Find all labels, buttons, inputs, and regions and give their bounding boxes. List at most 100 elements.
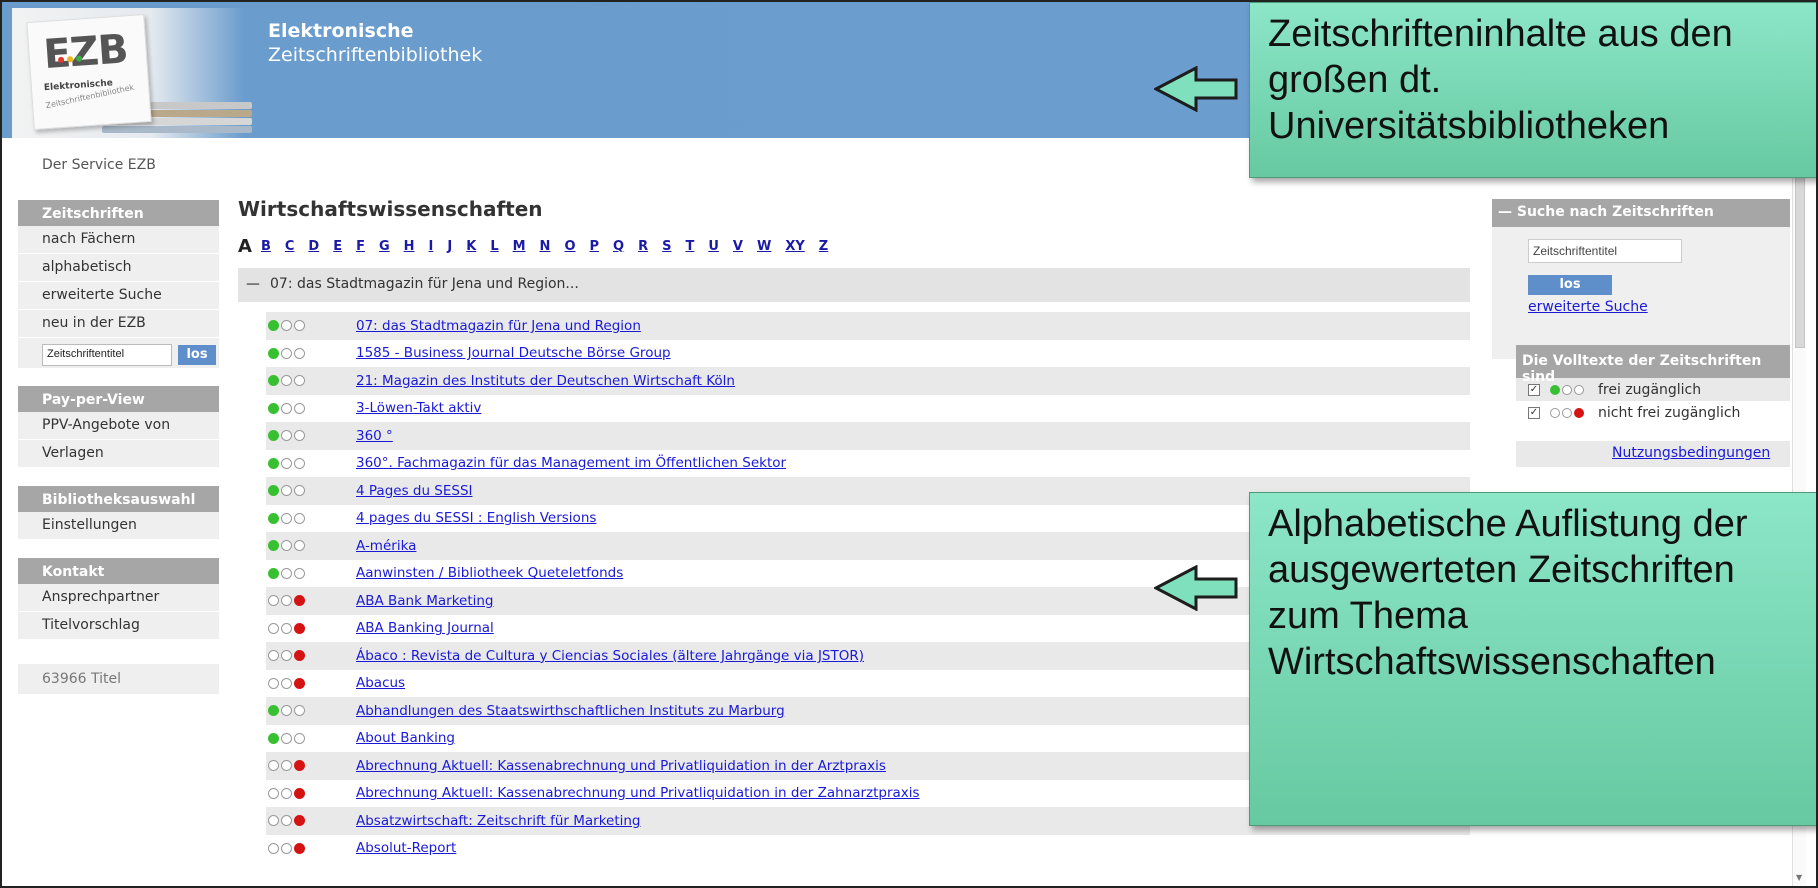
letter-link-s[interactable]: S xyxy=(662,239,671,254)
filter-not-free-label: nicht frei zugänglich xyxy=(1598,404,1741,421)
sidebar-search: Zeitschriftentitel los xyxy=(18,338,219,368)
group-header[interactable]: — 07: das Stadtmagazin für Jena und Regi… xyxy=(238,268,1470,302)
letter-link-v[interactable]: V xyxy=(733,239,743,254)
traffic-light-red-icon xyxy=(266,842,356,854)
letter-link-p[interactable]: P xyxy=(590,239,600,254)
letter-link-f[interactable]: F xyxy=(356,239,365,254)
letter-link-c[interactable]: C xyxy=(285,239,295,254)
sidebar-item-erweiterte-suche[interactable]: erweiterte Suche xyxy=(18,282,219,310)
journal-title-link[interactable]: 360°. Fachmagazin für das Management im … xyxy=(356,455,786,471)
journal-title-link[interactable]: Absolut-Report xyxy=(356,840,456,856)
sidebar-item-titelvorschlag[interactable]: Titelvorschlag xyxy=(18,612,219,640)
sidebar-block-bibliotheksauswahl: Bibliotheksauswahl Einstellungen xyxy=(18,486,219,540)
terms-row: Nutzungsbedingungen xyxy=(1516,441,1790,467)
journal-title-link[interactable]: Absatzwirtschaft: Zeitschrift für Market… xyxy=(356,813,641,829)
checkbox-free[interactable]: ✓ xyxy=(1528,383,1540,396)
traffic-light-red-icon xyxy=(266,787,356,799)
traffic-light-red-icon xyxy=(266,650,356,662)
collapse-icon[interactable]: — xyxy=(246,276,260,292)
journal-title-link[interactable]: Abrechnung Aktuell: Kassenabrechnung und… xyxy=(356,785,920,801)
ezb-logo[interactable]: EZB Elektronische Zeitschriftenbibliothe… xyxy=(12,8,252,138)
sidebar-item-verlagen[interactable]: Verlagen xyxy=(18,440,219,468)
letter-link-w[interactable]: W xyxy=(757,239,771,254)
journal-title-link[interactable]: Abrechnung Aktuell: Kassenabrechnung und… xyxy=(356,758,886,774)
sidebar-search-input[interactable]: Zeitschriftentitel xyxy=(42,344,172,366)
journal-title-link[interactable]: 1585 - Business Journal Deutsche Börse G… xyxy=(356,345,671,361)
journal-row: 3-Löwen-Takt aktiv xyxy=(266,395,1470,423)
journal-row: 360 ° xyxy=(266,422,1470,450)
callout-top: Zeitschrifteninhalte aus den großen dt. … xyxy=(1249,2,1816,178)
letter-link-l[interactable]: L xyxy=(490,239,498,254)
sidebar-item-einstellungen[interactable]: Einstellungen xyxy=(18,512,219,540)
letter-link-k[interactable]: K xyxy=(466,239,476,254)
journal-row: 21: Magazin des Instituts der Deutschen … xyxy=(266,367,1470,395)
filter-free-label: frei zugänglich xyxy=(1598,381,1702,398)
journal-title-link[interactable]: 07: das Stadtmagazin für Jena und Region xyxy=(356,318,641,334)
traffic-light-green-icon xyxy=(266,540,356,552)
journal-title-link[interactable]: 4 pages du SESSI : English Versions xyxy=(356,510,596,526)
letter-link-i[interactable]: I xyxy=(429,239,434,254)
site-title-line1: Elektronische xyxy=(268,20,414,42)
letter-link-g[interactable]: G xyxy=(379,239,390,254)
letter-link-q[interactable]: Q xyxy=(613,239,624,254)
journal-title-link[interactable]: 4 Pages du SESSI xyxy=(356,483,473,499)
alphabet-nav: A B C D E F G H I J K L M N O P Q R S T U V W XY Z xyxy=(238,234,1470,258)
letter-link-xy[interactable]: XY xyxy=(785,239,804,254)
letter-link-o[interactable]: O xyxy=(564,239,575,254)
letter-link-z[interactable]: Z xyxy=(819,239,828,254)
letter-link-n[interactable]: N xyxy=(540,239,551,254)
journal-title-link[interactable]: ABA Bank Marketing xyxy=(356,593,494,609)
sidebar-item-nach-faechern[interactable]: nach Fächern xyxy=(18,226,219,254)
journal-title-link[interactable]: ABA Banking Journal xyxy=(356,620,494,636)
filter-free[interactable]: ✓ frei zugänglich xyxy=(1516,378,1790,401)
search-panel-title: Suche nach Zeitschriften xyxy=(1516,204,1714,220)
letter-link-e[interactable]: E xyxy=(333,239,342,254)
journal-title-link[interactable]: 3-Löwen-Takt aktiv xyxy=(356,400,481,416)
callout-bottom: Alphabetische Auflistung der ausgewertet… xyxy=(1249,492,1816,826)
letter-link-j[interactable]: J xyxy=(447,239,452,254)
letter-link-m[interactable]: M xyxy=(513,239,526,254)
letter-link-b[interactable]: B xyxy=(261,239,271,254)
sidebar-heading: Zeitschriften xyxy=(18,200,219,226)
collapse-icon[interactable]: — xyxy=(1498,204,1517,220)
letter-link-t[interactable]: T xyxy=(685,239,694,254)
journal-search-input[interactable]: Zeitschriftentitel xyxy=(1528,239,1682,263)
scrollbar-thumb[interactable] xyxy=(1795,168,1805,348)
journal-title-link[interactable]: About Banking xyxy=(356,730,455,746)
letter-link-d[interactable]: D xyxy=(308,239,319,254)
traffic-light-green-icon xyxy=(266,402,356,414)
journal-row: 1585 - Business Journal Deutsche Börse G… xyxy=(266,340,1470,368)
sidebar-search-button[interactable]: los xyxy=(178,345,216,365)
search-panel-body: Zeitschriftentitel los erweiterte Suche xyxy=(1492,227,1790,359)
availability-panel: Die Volltexte der Zeitschriften sind ✓ f… xyxy=(1516,345,1790,467)
journal-title-link[interactable]: Aanwinsten / Bibliotheek Queteletfonds xyxy=(356,565,623,581)
journal-title-link[interactable]: Abhandlungen des Staatswirthschaftlichen… xyxy=(356,703,785,719)
journal-title-link[interactable]: Ábaco : Revista de Cultura y Ciencias So… xyxy=(356,648,864,664)
arrow-left-icon xyxy=(1154,565,1238,611)
letter-link-r[interactable]: R xyxy=(638,239,648,254)
checkbox-not-free[interactable]: ✓ xyxy=(1528,406,1540,419)
journal-title-link[interactable]: Abacus xyxy=(356,675,405,691)
current-letter: A xyxy=(238,235,252,257)
sidebar-item-neu-in-der-ezb[interactable]: neu in der EZB xyxy=(18,310,219,338)
traffic-light-green-icon xyxy=(266,347,356,359)
letter-link-h[interactable]: H xyxy=(404,239,415,254)
terms-link[interactable]: Nutzungsbedingungen xyxy=(1612,445,1770,461)
advanced-search-link[interactable]: erweiterte Suche xyxy=(1528,299,1790,315)
sidebar-heading: Bibliotheksauswahl xyxy=(18,486,219,512)
journal-title-link[interactable]: 21: Magazin des Instituts der Deutschen … xyxy=(356,373,735,389)
traffic-light-green-icon xyxy=(1548,384,1584,395)
sidebar-item-ppv-angebote[interactable]: PPV-Angebote von xyxy=(18,412,219,440)
journal-search-button[interactable]: los xyxy=(1528,275,1612,295)
search-panel-heading[interactable]: — Suche nach Zeitschriften xyxy=(1492,199,1790,227)
filter-not-free[interactable]: ✓ nicht frei zugänglich xyxy=(1516,401,1790,424)
journal-title-link[interactable]: 360 ° xyxy=(356,428,393,444)
sidebar-item-alphabetisch[interactable]: alphabetisch xyxy=(18,254,219,282)
journal-title-link[interactable]: A-mérika xyxy=(356,538,416,554)
scroll-down-icon[interactable]: ▼ xyxy=(1796,873,1802,882)
sidebar-heading: Pay-per-View xyxy=(18,386,219,412)
letter-link-u[interactable]: U xyxy=(708,239,719,254)
journal-row: 07: das Stadtmagazin für Jena und Region xyxy=(266,312,1470,340)
availability-heading: Die Volltexte der Zeitschriften sind xyxy=(1516,345,1790,385)
sidebar-item-ansprechpartner[interactable]: Ansprechpartner xyxy=(18,584,219,612)
